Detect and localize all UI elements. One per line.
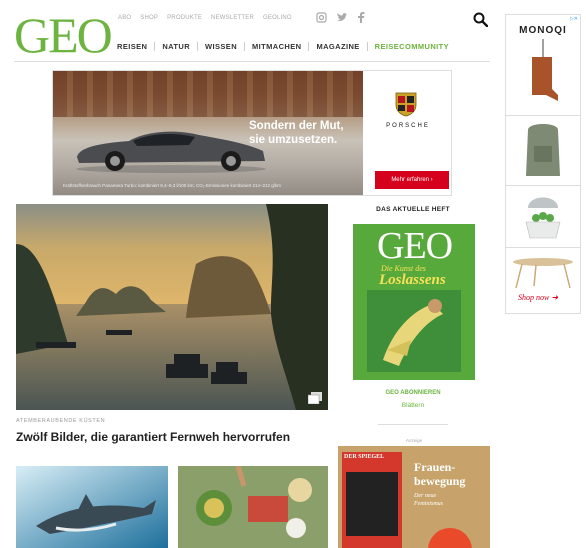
product-cell-2	[506, 115, 580, 185]
spiegel-headline: Frauen- bewegung	[414, 460, 465, 488]
social-links	[316, 12, 365, 23]
top-link-shop[interactable]: SHOP	[140, 15, 158, 21]
car-image	[76, 131, 266, 173]
cover-photo	[367, 290, 461, 372]
top-link-abo[interactable]: ABO	[118, 15, 131, 21]
product-cell-3	[506, 185, 580, 247]
porsche-brand: PORSCHE	[386, 123, 430, 129]
spiegel-subline: Der neue Feminismus	[414, 492, 443, 508]
nav-natur[interactable]: NATUR	[154, 42, 197, 51]
spiegel-brand: DER SPIEGEL	[344, 454, 385, 460]
food-photo	[178, 466, 328, 548]
monoqi-ad[interactable]: ▷✕ MONOQI Shop now ➜	[505, 14, 581, 314]
spiegel-headline-line1: Frauen-	[414, 460, 456, 474]
main-nav: REISEN NATUR WISSEN MITMACHEN MAGAZINE R…	[117, 42, 456, 51]
hero-kicker: ATEMBERAUBENDE KÜSTEN	[16, 418, 106, 424]
product-table	[513, 258, 573, 289]
geo-logo[interactable]: GEO	[14, 10, 113, 60]
hero-title[interactable]: Zwölf Bilder, die garantiert Fernweh her…	[16, 430, 290, 444]
ad-headline-line1: Sondern der Mut,	[249, 120, 344, 132]
spiegel-cover-photo	[346, 472, 398, 536]
nav-wissen[interactable]: WISSEN	[197, 42, 244, 51]
gallery-icon[interactable]	[308, 392, 322, 404]
header-divider	[14, 61, 490, 62]
ad-label: Anzeige	[405, 438, 423, 443]
porsche-ad[interactable]: Sondern der Mut, sie umzusetzen. Kraftst…	[52, 70, 452, 196]
product-backpack	[526, 124, 560, 176]
browse-link[interactable]: Blättern	[360, 402, 466, 409]
porsche-crest-icon	[395, 92, 417, 117]
nav-reisecommunity[interactable]: REISECOMMUNITY	[366, 42, 456, 51]
cover-logo: GEO	[377, 225, 453, 267]
product-lamp	[532, 39, 558, 101]
ad-smallprint: Kraftstoffverbrauch Panamera Turbo: komb…	[63, 183, 282, 188]
product-cell-4	[506, 247, 580, 313]
top-link-produkte[interactable]: PRODUKTE	[167, 15, 202, 21]
spiegel-headline-line2: bewegung	[414, 474, 466, 488]
shark-photo	[16, 466, 168, 548]
hero-image[interactable]	[16, 204, 328, 410]
spiegel-badge	[428, 528, 472, 548]
top-links: ABO SHOP PRODUKTE NEWSLETTER GEOLINO	[118, 15, 292, 21]
subscribe-link[interactable]: GEO ABONNIEREN	[360, 390, 466, 396]
top-link-newsletter[interactable]: NEWSLETTER	[211, 15, 254, 21]
nav-magazine[interactable]: MAGAZINE	[308, 42, 366, 51]
twitter-icon[interactable]	[336, 12, 348, 23]
nav-mitmachen[interactable]: MITMACHEN	[244, 42, 308, 51]
issue-divider	[378, 424, 448, 425]
ad-headline: Sondern der Mut, sie umzusetzen.	[249, 119, 344, 147]
search-icon[interactable]	[473, 12, 488, 27]
monoqi-brand: MONOQI	[519, 25, 567, 36]
top-link-geolino[interactable]: GEOLINO	[263, 15, 292, 21]
ad-headline-line2: sie umzusetzen.	[249, 134, 338, 146]
facebook-icon[interactable]	[357, 12, 365, 23]
ha-long-bay-photo	[16, 204, 328, 410]
teaser-shark[interactable]	[16, 466, 168, 548]
adchoices-icon[interactable]: ▷✕	[570, 16, 578, 22]
teaser-food[interactable]	[178, 466, 328, 548]
product-planter	[525, 197, 561, 239]
instagram-icon[interactable]	[316, 12, 327, 23]
magazine-cover[interactable]: GEO Die Kunst des Loslassens	[353, 224, 475, 380]
shop-now-link[interactable]: Shop now ➜	[518, 293, 558, 302]
cover-title-big: Loslassens	[379, 272, 446, 288]
spiegel-subline-line2: Feminismus	[414, 501, 443, 507]
issue-heading: DAS AKTUELLE HEFT	[376, 206, 450, 213]
spiegel-subline-line1: Der neue	[414, 493, 437, 499]
ad-cta-button[interactable]: Mehr erfahren ›	[375, 171, 449, 189]
nav-reisen[interactable]: REISEN	[117, 42, 154, 51]
spiegel-ad[interactable]: DER SPIEGEL Frauen- bewegung Der neue Fe…	[338, 446, 490, 548]
